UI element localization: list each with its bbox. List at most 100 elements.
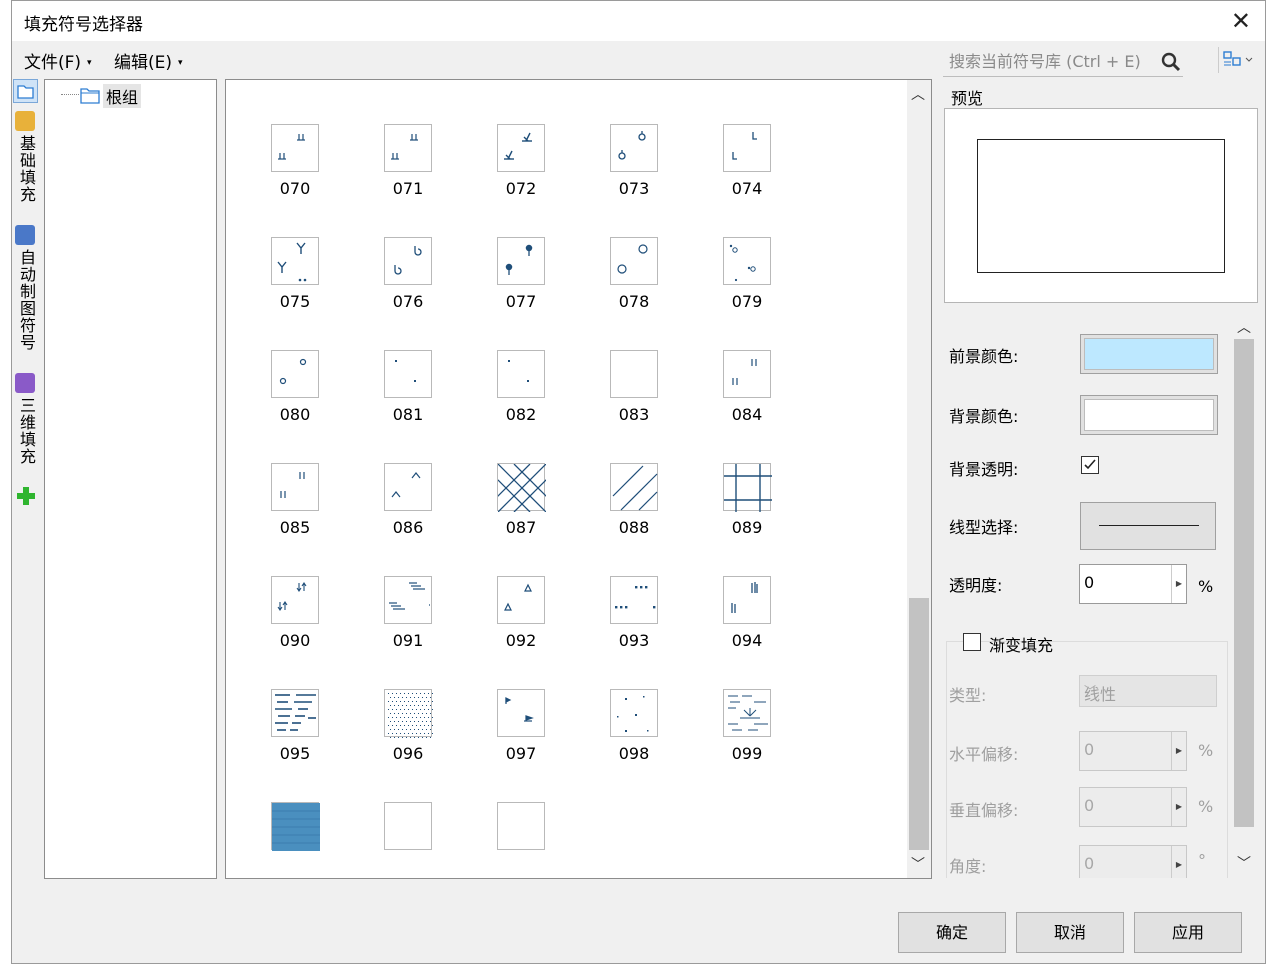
symbol-cell[interactable]: 095 — [260, 689, 330, 779]
symbol-code: 070 — [279, 179, 311, 198]
symbol-code: 091 — [392, 631, 424, 650]
symbol-cell[interactable]: 070 — [260, 124, 330, 214]
symbol-cell[interactable]: 082 — [486, 350, 556, 440]
l-mark-icon — [723, 124, 771, 172]
title-bar: 填充符号选择器 ✕ — [12, 1, 1265, 41]
dot-circle-icon — [723, 237, 771, 285]
double-bar-icon — [271, 463, 319, 511]
symbol-cell[interactable]: 090 — [260, 576, 330, 666]
search-icon[interactable] — [1161, 52, 1181, 72]
symbol-cell[interactable]: 084 — [712, 350, 782, 440]
add-icon[interactable] — [15, 485, 37, 507]
symbol-cell[interactable]: 079 — [712, 237, 782, 327]
folder-tab[interactable] — [13, 79, 38, 103]
symbol-cell[interactable]: 097 — [486, 689, 556, 779]
v-offset-spinner[interactable]: ▶ — [1079, 787, 1187, 827]
symbol-cell[interactable]: 092 — [486, 576, 556, 666]
properties-scrollbar[interactable]: ︿ ﹀ — [1232, 313, 1256, 878]
symbol-code: 084 — [731, 405, 763, 424]
symbol-cell[interactable] — [373, 802, 443, 892]
symbol-cell[interactable]: 072 — [486, 124, 556, 214]
symbol-code: 088 — [618, 518, 650, 537]
symbol-cell[interactable] — [486, 802, 556, 892]
gradient-type-label: 类型: — [949, 686, 987, 705]
tab-3d-fill[interactable]: 三维填充 — [14, 397, 38, 465]
symbol-cell[interactable]: 089 — [712, 463, 782, 553]
symbol-cell[interactable]: 096 — [373, 689, 443, 779]
menu-edit[interactable]: 编辑(E) ▾ — [114, 48, 183, 73]
line-sample — [1099, 525, 1199, 526]
scroll-up-icon[interactable]: ︿ — [911, 84, 925, 104]
bg-color-label: 背景颜色: — [949, 407, 1019, 426]
symbol-cell[interactable]: 076 — [373, 237, 443, 327]
symbol-code: 090 — [279, 631, 311, 650]
bg-transparent-checkbox[interactable] — [1081, 456, 1099, 474]
close-icon[interactable]: ✕ — [1231, 9, 1251, 33]
caret-icon — [384, 463, 432, 511]
gradient-checkbox[interactable] — [963, 633, 981, 651]
symbol-cell[interactable]: 071 — [373, 124, 443, 214]
symbol-cell[interactable]: 093 — [599, 576, 669, 666]
view-mode-button[interactable] — [1218, 47, 1255, 73]
scroll-thumb[interactable] — [909, 598, 929, 850]
tab-auto-mapping-symbols[interactable]: 自动制图符号 — [14, 249, 38, 351]
blank-icon — [497, 802, 545, 850]
symbol-code: 081 — [392, 405, 424, 424]
symbol-cell[interactable]: 086 — [373, 463, 443, 553]
spin-arrow-icon[interactable]: ▶ — [1171, 788, 1186, 826]
symbol-cell[interactable]: 094 — [712, 576, 782, 666]
search-input[interactable] — [949, 48, 1159, 74]
symbol-code: 082 — [505, 405, 537, 424]
symbol-cell[interactable]: 075 — [260, 237, 330, 327]
ok-button[interactable]: 确定 — [898, 912, 1006, 953]
symbol-code: 079 — [731, 292, 763, 311]
h-offset-unit: % — [1198, 741, 1214, 760]
spin-arrow-icon[interactable]: ▶ — [1171, 565, 1186, 603]
symbol-cell[interactable]: 088 — [599, 463, 669, 553]
symbol-cell[interactable]: 087 — [486, 463, 556, 553]
symbol-cell[interactable] — [260, 802, 330, 892]
spin-arrow-icon[interactable]: ▶ — [1171, 846, 1186, 878]
h-offset-input[interactable] — [1084, 740, 1164, 759]
apply-button[interactable]: 应用 — [1134, 912, 1242, 953]
opacity-spinner[interactable]: ▶ — [1079, 564, 1187, 604]
small-circle-icon — [271, 350, 319, 398]
blank-icon — [610, 350, 658, 398]
symbol-cell[interactable]: 073 — [599, 124, 669, 214]
tab-basic-fill[interactable]: 基础填充 — [14, 135, 38, 203]
symbol-cell[interactable]: 099 — [712, 689, 782, 779]
grid-scrollbar[interactable]: ︿ ﹀ — [907, 80, 931, 878]
angle-input[interactable] — [1084, 854, 1164, 873]
preview-panel — [944, 108, 1258, 303]
angle-spinner[interactable]: ▶ — [1079, 845, 1187, 878]
symbol-code: 093 — [618, 631, 650, 650]
bg-color-button[interactable] — [1080, 395, 1218, 435]
linetype-button[interactable] — [1080, 502, 1216, 550]
scroll-thumb[interactable] — [1234, 339, 1254, 827]
cancel-button[interactable]: 取消 — [1016, 912, 1124, 953]
symbol-cell[interactable]: 078 — [599, 237, 669, 327]
scroll-down-icon[interactable]: ﹀ — [1237, 853, 1251, 873]
symbol-cell[interactable]: 091 — [373, 576, 443, 666]
symbol-cell[interactable]: 074 — [712, 124, 782, 214]
symbol-cell[interactable]: 085 — [260, 463, 330, 553]
symbol-code: 092 — [505, 631, 537, 650]
h-offset-spinner[interactable]: ▶ — [1079, 731, 1187, 771]
angle-unit: ° — [1198, 851, 1206, 870]
symbol-cell[interactable]: 098 — [599, 689, 669, 779]
symbol-code: 076 — [392, 292, 424, 311]
spin-arrow-icon[interactable]: ▶ — [1171, 732, 1186, 770]
symbol-code: 078 — [618, 292, 650, 311]
menu-file[interactable]: 文件(F) ▾ — [24, 48, 92, 73]
symbol-cell[interactable]: 081 — [373, 350, 443, 440]
fg-color-button[interactable] — [1080, 334, 1218, 374]
v-offset-input[interactable] — [1084, 796, 1164, 815]
scroll-down-icon[interactable]: ﹀ — [911, 854, 925, 874]
symbol-cell[interactable]: 083 — [599, 350, 669, 440]
gradient-type-select[interactable]: 线性 ﹀ — [1079, 675, 1217, 707]
symbol-cell[interactable]: 077 — [486, 237, 556, 327]
opacity-input[interactable] — [1084, 573, 1164, 592]
v-offset-unit: % — [1198, 797, 1214, 816]
symbol-cell[interactable]: 080 — [260, 350, 330, 440]
scroll-up-icon[interactable]: ︿ — [1237, 317, 1251, 337]
